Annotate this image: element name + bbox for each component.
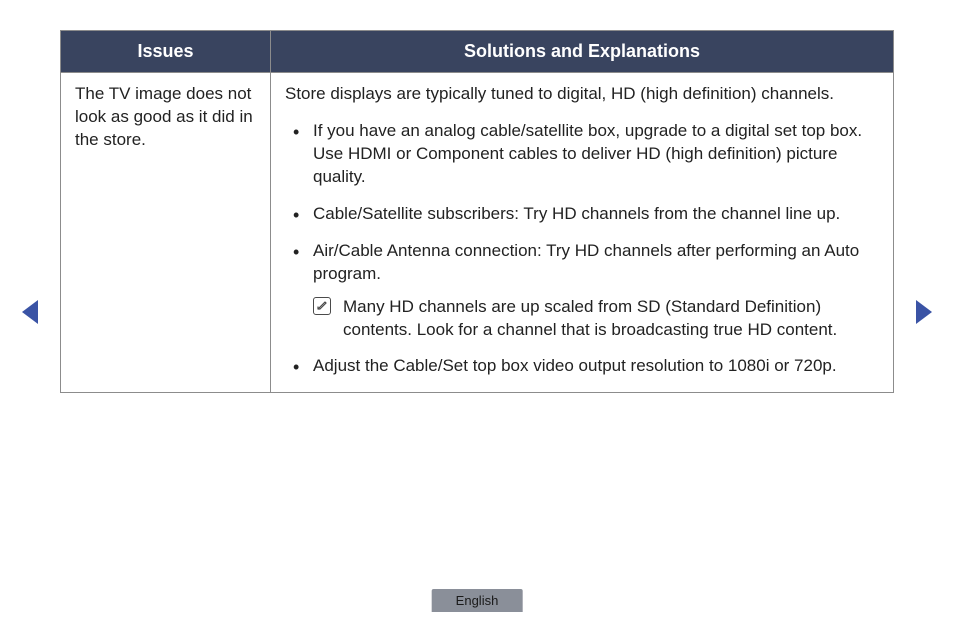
list-item: Adjust the Cable/Set top box video outpu…: [285, 355, 879, 378]
troubleshooting-table: Issues Solutions and Explanations The TV…: [60, 30, 894, 393]
solution-bullets: If you have an analog cable/satellite bo…: [285, 120, 879, 378]
list-item-text: Air/Cable Antenna connection: Try HD cha…: [313, 241, 859, 283]
next-page-arrow[interactable]: [916, 300, 932, 324]
header-issues: Issues: [61, 31, 271, 73]
list-item: Air/Cable Antenna connection: Try HD cha…: [285, 240, 879, 342]
solution-intro: Store displays are typically tuned to di…: [285, 83, 879, 106]
header-solutions: Solutions and Explanations: [271, 31, 894, 73]
list-item: If you have an analog cable/satellite bo…: [285, 120, 879, 189]
list-item: Cable/Satellite subscribers: Try HD chan…: [285, 203, 879, 226]
note-icon: [313, 297, 331, 315]
solution-cell: Store displays are typically tuned to di…: [271, 73, 894, 393]
note: Many HD channels are up scaled from SD (…: [313, 296, 879, 342]
note-text: Many HD channels are up scaled from SD (…: [343, 297, 837, 339]
language-tab[interactable]: English: [432, 589, 523, 612]
prev-page-arrow[interactable]: [22, 300, 38, 324]
issue-cell: The TV image does not look as good as it…: [61, 73, 271, 393]
